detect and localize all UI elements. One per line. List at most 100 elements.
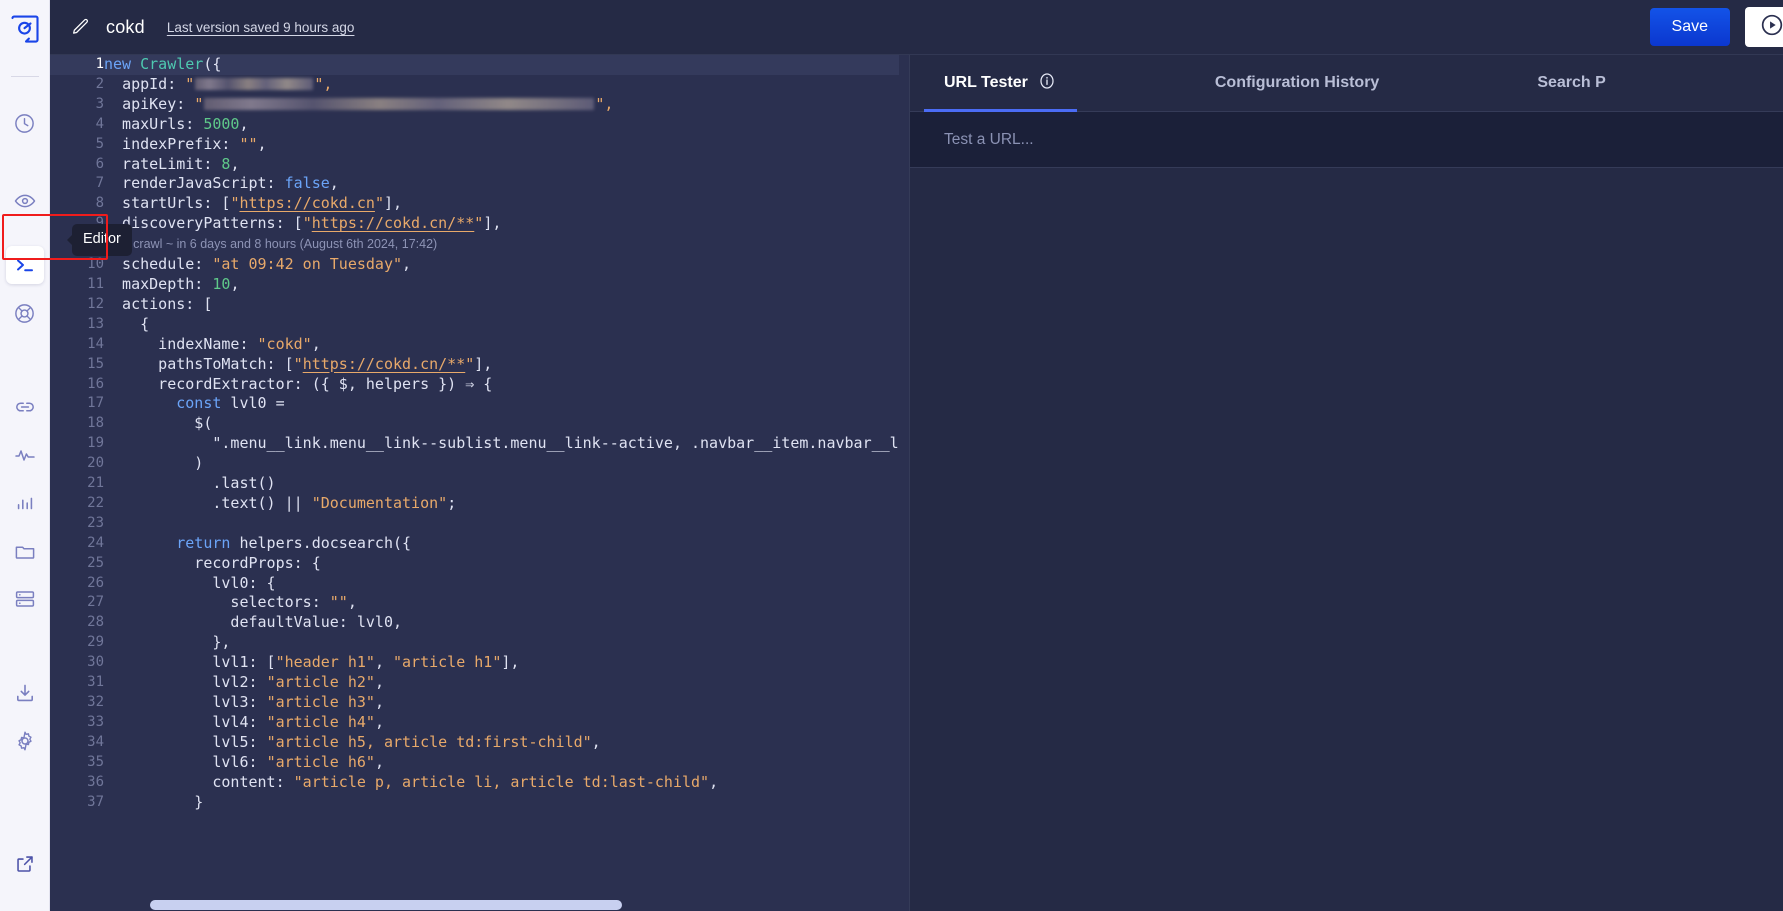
line-content[interactable]: .last()	[104, 474, 909, 494]
line-content[interactable]: selectors: "",	[104, 593, 909, 613]
line-content[interactable]: ".menu__link.menu__link--sublist.menu__l…	[104, 434, 909, 454]
sidebar-item-settings[interactable]	[6, 722, 44, 760]
algolia-logo[interactable]	[0, 0, 50, 62]
line-content[interactable]: maxUrls: 5000,	[104, 115, 909, 135]
line-content[interactable]: recordProps: {	[104, 554, 909, 574]
code-line[interactable]: 35 lvl6: "article h6",	[50, 753, 909, 773]
url-test-input[interactable]	[944, 130, 1783, 149]
code-line[interactable]: 19 ".menu__link.menu__link--sublist.menu…	[50, 434, 909, 454]
code-line[interactable]: 37 }	[50, 793, 909, 813]
line-content[interactable]: new Crawler({	[104, 55, 909, 75]
sidebar-item-urls[interactable]	[6, 388, 44, 426]
code-line[interactable]: 25 recordProps: {	[50, 554, 909, 574]
code-line[interactable]: 29 },	[50, 633, 909, 653]
code-line[interactable]: 31 lvl2: "article h2",	[50, 673, 909, 693]
line-content[interactable]: rateLimit: 8,	[104, 155, 909, 175]
code-line[interactable]: 28 defaultValue: lvl0,	[50, 613, 909, 633]
sidebar-item-external[interactable]	[6, 845, 44, 883]
line-content[interactable]: lvl6: "article h6",	[104, 753, 909, 773]
tab-url-tester[interactable]: URL Tester	[924, 55, 1077, 112]
last-saved-link[interactable]: Last version saved 9 hours ago	[167, 20, 355, 35]
code-line[interactable]: 13 {	[50, 315, 909, 335]
line-content[interactable]: lvl1: ["header h1", "article h1"],	[104, 653, 909, 673]
editor-vertical-scrollbar[interactable]	[899, 55, 909, 911]
code-line[interactable]: 17 const lvl0 =	[50, 394, 909, 414]
code-line[interactable]: 30 lvl1: ["header h1", "article h1"],	[50, 653, 909, 673]
line-content[interactable]: defaultValue: lvl0,	[104, 613, 909, 633]
line-content[interactable]: }	[104, 793, 909, 813]
code-line[interactable]: 10 schedule: "at 09:42 on Tuesday",	[50, 255, 909, 275]
line-content[interactable]: appId: " ",	[104, 75, 909, 95]
code-line[interactable]: 9 discoveryPatterns: ["https://cokd.cn/*…	[50, 214, 909, 234]
pencil-icon[interactable]	[72, 17, 92, 37]
line-content[interactable]: renderJavaScript: false,	[104, 174, 909, 194]
code-line[interactable]: 1 new Crawler({	[50, 55, 909, 75]
line-content[interactable]: lvl2: "article h2",	[104, 673, 909, 693]
code-line[interactable]: 4 maxUrls: 5000,	[50, 115, 909, 135]
code-line[interactable]: 11 maxDepth: 10,	[50, 275, 909, 295]
url-tester-input-row[interactable]	[910, 112, 1783, 168]
code-line[interactable]: 32 lvl3: "article h3",	[50, 693, 909, 713]
line-content[interactable]: },	[104, 633, 909, 653]
code-line[interactable]: 18 $(	[50, 414, 909, 434]
code-line[interactable]: 26 lvl0: {	[50, 574, 909, 594]
code-editor[interactable]: 1 new Crawler({2 appId: " ", 3 apiKey: " ", 4…	[50, 55, 909, 911]
code-line[interactable]: 15 pathsToMatch: ["https://cokd.cn/**"],	[50, 355, 909, 375]
code-line[interactable]: 5 indexPrefix: "",	[50, 135, 909, 155]
code-line[interactable]: 6 rateLimit: 8,	[50, 155, 909, 175]
sidebar-item-editor[interactable]	[5, 246, 44, 284]
line-content[interactable]: apiKey: " ",	[104, 95, 909, 115]
code-line[interactable]: 12 actions: [	[50, 295, 909, 315]
code-line[interactable]: 2 appId: " ",	[50, 75, 909, 95]
sidebar-item-download[interactable]	[6, 674, 44, 712]
line-content[interactable]: lvl0: {	[104, 574, 909, 594]
code-line[interactable]: 24 return helpers.docsearch({	[50, 534, 909, 554]
line-content[interactable]: pathsToMatch: ["https://cokd.cn/**"],	[104, 355, 909, 375]
line-content[interactable]: recordExtractor: ({ $, helpers }) ⇒ {	[104, 375, 909, 395]
code-line[interactable]: 36 content: "article p, article li, arti…	[50, 773, 909, 793]
code-line[interactable]: 7 renderJavaScript: false,	[50, 174, 909, 194]
sidebar-item-indices[interactable]	[6, 580, 44, 618]
code-line[interactable]: 20 )	[50, 454, 909, 474]
code-line[interactable]: 34 lvl5: "article h5, article td:first-c…	[50, 733, 909, 753]
code-line[interactable]: 33 lvl4: "article h4",	[50, 713, 909, 733]
line-content[interactable]: lvl5: "article h5, article td:first-chil…	[104, 733, 909, 753]
line-content[interactable]: )	[104, 454, 909, 474]
line-content[interactable]: indexPrefix: "",	[104, 135, 909, 155]
line-content[interactable]: const lvl0 =	[104, 394, 909, 414]
info-icon[interactable]	[1037, 71, 1057, 96]
code-line[interactable]: 8 startUrls: ["https://cokd.cn"],	[50, 194, 909, 214]
line-content[interactable]: schedule: "at 09:42 on Tuesday",	[104, 255, 909, 275]
sidebar-item-support[interactable]	[6, 294, 44, 332]
line-content[interactable]: actions: [	[104, 295, 909, 315]
line-content[interactable]: discoveryPatterns: ["https://cokd.cn/**"…	[104, 214, 909, 234]
line-content[interactable]: indexName: "cokd",	[104, 335, 909, 355]
line-content[interactable]: {	[104, 315, 909, 335]
line-content[interactable]: .text() || "Documentation";	[104, 494, 909, 514]
editor-horizontal-scrollbar-track[interactable]	[50, 899, 909, 911]
run-crawler-button[interactable]	[1745, 7, 1783, 47]
sidebar-item-files[interactable]	[6, 532, 44, 570]
code-line[interactable]: 22 .text() || "Documentation";	[50, 494, 909, 514]
tab-configuration-history[interactable]: Configuration History	[1195, 55, 1399, 111]
code-scroll-area[interactable]: 1 new Crawler({2 appId: " ", 3 apiKey: " ", 4…	[50, 55, 909, 911]
code-line[interactable]: 16 recordExtractor: ({ $, helpers }) ⇒ {	[50, 375, 909, 395]
sidebar-item-history[interactable]	[6, 104, 44, 142]
line-content[interactable]: $(	[104, 414, 909, 434]
sidebar-item-activity[interactable]	[6, 436, 44, 474]
sidebar-item-monitoring[interactable]	[6, 182, 44, 220]
line-content[interactable]: maxDepth: 10,	[104, 275, 909, 295]
line-content[interactable]	[104, 514, 909, 534]
code-line[interactable]: 14 indexName: "cokd",	[50, 335, 909, 355]
sidebar-item-analytics[interactable]	[6, 484, 44, 522]
line-content[interactable]: lvl3: "article h3",	[104, 693, 909, 713]
tab-search-preview[interactable]: Search P	[1517, 55, 1625, 111]
code-line[interactable]: 27 selectors: "",	[50, 593, 909, 613]
editor-horizontal-scrollbar-thumb[interactable]	[150, 900, 622, 910]
code-line[interactable]: 3 apiKey: " ",	[50, 95, 909, 115]
line-content[interactable]: lvl4: "article h4",	[104, 713, 909, 733]
line-content[interactable]: content: "article p, article li, article…	[104, 773, 909, 793]
code-line[interactable]: 21 .last()	[50, 474, 909, 494]
code-line[interactable]: 23	[50, 514, 909, 534]
save-button[interactable]: Save	[1649, 8, 1730, 46]
